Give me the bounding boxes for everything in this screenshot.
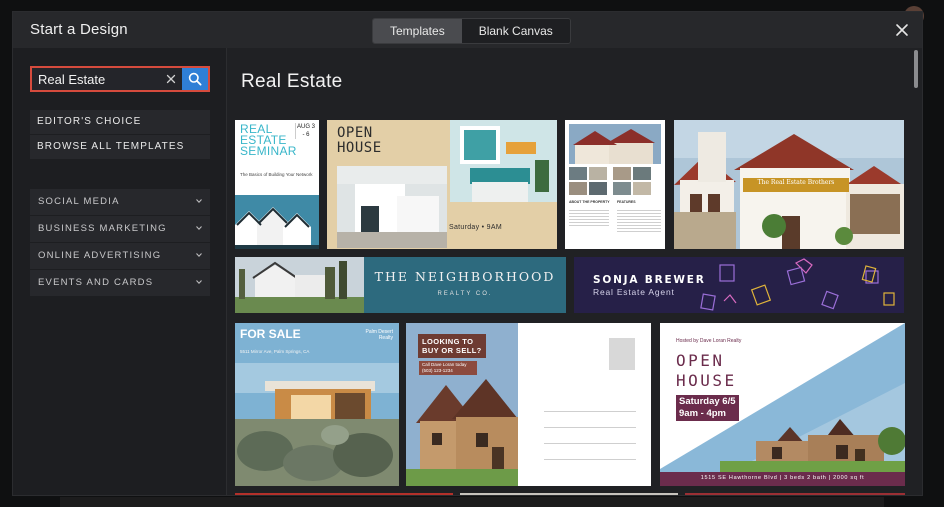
chevron-down-icon [196,280,202,285]
close-button[interactable] [892,20,912,40]
nav-editors-choice[interactable]: EDITOR'S CHOICE [30,110,210,135]
category-label: SOCIAL MEDIA [38,196,120,207]
template-callout: Call Dave Loran today (503) 123-1234 [419,361,477,375]
template-host: Hosted by Dave Loran Realty [676,338,742,344]
scrollbar[interactable] [914,50,918,88]
search-input[interactable] [32,68,160,90]
search-icon [188,72,202,86]
search-box [30,66,210,92]
template-thumbnail[interactable]: THE NEIGHBORHOOD REALTY CO. [235,257,566,313]
template-badge: LOOKING TO BUY OR SELL? [418,334,486,358]
template-gallery: Real Estate REAL ESTATE SEMINAR AUG 3 - … [227,48,922,495]
template-body-lines [569,208,609,228]
stamp-placeholder [609,338,635,370]
address-line [544,459,636,460]
template-footer: FEATURES [617,200,636,204]
nav-browse-all-templates[interactable]: BROWSE ALL TEMPLATES [30,135,210,160]
chevron-down-icon [196,253,202,258]
template-heading: LOOKING TO BUY OR SELL? [422,337,482,355]
template-thumbnail-partial[interactable] [235,493,453,495]
category-social-media[interactable]: SOCIAL MEDIA [30,189,210,216]
template-thumbnail[interactable]: The Real Estate Brothers [674,120,904,249]
mode-tabs: Templates Blank Canvas [372,18,571,44]
backdrop-strip [60,497,884,507]
template-thumbnail[interactable]: FOR SALE Palm Desert Realty 5511 Mirror … [235,323,399,486]
search-button[interactable] [182,68,208,90]
template-heading: FOR SALE [240,327,301,341]
tab-templates[interactable]: Templates [373,19,462,43]
template-thumbnail[interactable]: SONJA BREWER Real Estate Agent [574,257,904,313]
template-heading: OPEN HOUSE [337,125,382,156]
tab-blank-canvas[interactable]: Blank Canvas [461,19,570,43]
clear-icon [166,74,176,84]
template-date-line: 9am - 4pm [679,408,726,419]
template-thumbnail[interactable]: Hosted by Dave Loran Realty OPEN HOUSE S… [660,323,905,486]
sidebar: EDITOR'S CHOICE BROWSE ALL TEMPLATES SOC… [13,48,227,495]
chevron-down-icon [196,226,202,231]
address-line [544,411,636,412]
page-title: Real Estate [241,71,343,92]
category-nav: SOCIAL MEDIA BUSINESS MARKETING ONLINE A… [30,189,210,297]
template-subtitle: The Basics of Building Your Network [240,172,313,177]
category-online-advertising[interactable]: ONLINE ADVERTISING [30,243,210,270]
template-heading: OPEN HOUSE [676,351,737,390]
address-line [544,443,636,444]
template-heading: REAL ESTATE SEMINAR [240,122,297,158]
address-line [544,427,636,428]
primary-nav: EDITOR'S CHOICE BROWSE ALL TEMPLATES [30,110,210,160]
category-label: EVENTS AND CARDS [38,277,154,288]
template-footer: Saturday • 9AM [449,224,502,231]
template-thumbnail-partial[interactable] [460,493,678,495]
template-heading: THE NEIGHBORHOOD [374,269,556,284]
template-image [235,257,364,313]
start-design-modal: Start a Design Templates Blank Canvas Re… [12,11,923,496]
template-date-line: Saturday 6/5 [679,396,736,407]
category-label: BUSINESS MARKETING [38,223,167,234]
template-thumbnail-partial[interactable] [685,493,905,495]
template-brand: Palm Desert Realty [365,329,393,341]
template-body-lines [617,208,661,234]
template-image [235,323,399,486]
template-heading: ABOUT THE PROPERTY [569,200,610,204]
category-business-marketing[interactable]: BUSINESS MARKETING [30,216,210,243]
template-banner: The Real Estate Brothers [743,178,849,192]
clear-search-button[interactable] [160,68,182,90]
template-heading: SONJA BREWER [593,274,706,286]
template-footer-bar: 1515 SE Hawthorne Blvd | 3 beds 2 bath |… [660,472,905,486]
template-banner-text: The Real Estate Brothers [757,179,835,186]
template-thumbnail[interactable]: LOOKING TO BUY OR SELL? Call Dave Loran … [406,323,651,486]
category-events-and-cards[interactable]: EVENTS AND CARDS [30,270,210,297]
template-address: 5511 Mirror Ave, Palm Springs, CA [240,349,310,354]
template-subtitle: Real Estate Agent [593,287,675,297]
template-thumbnail[interactable]: ABOUT THE PROPERTY FEATURES [565,120,665,249]
houses-illustration [235,195,319,249]
modal-header: Start a Design Templates Blank Canvas [13,12,922,49]
template-thumbnail[interactable]: OPEN HOUSE Saturday • 9AM [327,120,557,249]
template-callout-text: Call Dave Loran today (503) 123-1234 [422,362,467,373]
template-thumbnail[interactable]: REAL ESTATE SEMINAR AUG 3 - 6 The Basics… [235,120,319,249]
template-subtitle: REALTY CO. [437,291,493,297]
template-footer: 1515 SE Hawthorne Blvd | 3 beds 2 bath |… [700,475,865,481]
category-label: ONLINE ADVERTISING [38,250,162,261]
modal-title: Start a Design [30,21,128,38]
template-image [235,195,319,249]
template-date: Saturday 6/5 9am - 4pm [676,395,739,421]
template-image [337,166,447,248]
template-image [450,120,557,202]
chevron-down-icon [196,199,202,204]
close-icon [896,24,908,36]
template-date: AUG 3 - 6 [295,123,315,139]
